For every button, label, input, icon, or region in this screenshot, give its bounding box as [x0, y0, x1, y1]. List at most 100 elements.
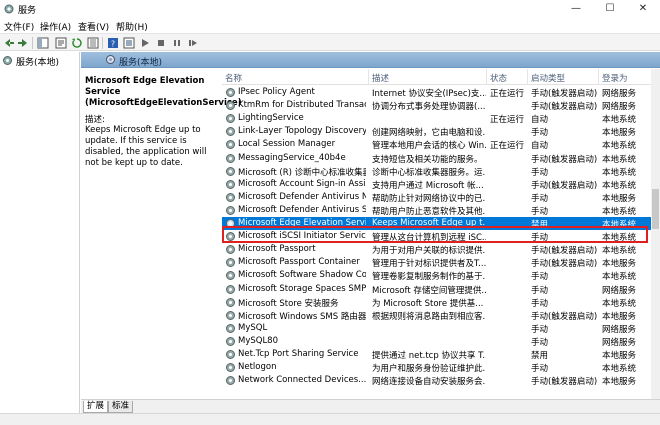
tree-node-services-local[interactable]: 服务(本地): [2, 54, 78, 68]
cell-logon-as: 本地系统: [602, 141, 637, 152]
table-row[interactable]: Microsoft (R) 诊断中心标准收集器... 诊断中心标准收集器服务。运.…: [222, 165, 652, 178]
column-divider[interactable]: [486, 69, 487, 85]
column-header-startup-type[interactable]: 启动类型: [531, 72, 565, 84]
column-header-name[interactable]: 名称: [225, 72, 242, 84]
description-text: Keeps Microsoft Edge up to update. If th…: [85, 125, 207, 168]
table-row[interactable]: Microsoft Windows SMS 路由器... 根据规则将消息路由到相应…: [222, 309, 652, 322]
cell-description: 协调分布式事务处理协调器(...: [372, 102, 486, 113]
cell-name: MessagingService_40b4e: [238, 152, 346, 163]
service-gear-icon: [226, 323, 235, 333]
cell-name: Microsoft Software Shadow Cop...: [238, 270, 366, 281]
minimize-button[interactable]: —: [559, 0, 593, 18]
cell-logon-as: 本地服务: [602, 128, 637, 139]
service-gear-icon: [226, 271, 235, 281]
close-button[interactable]: ✕: [626, 0, 660, 18]
cell-description: 创建网络映射，它由电脑和设...: [372, 128, 486, 139]
forward-arrow-icon[interactable]: [17, 37, 29, 49]
cell-logon-as: 本地系统: [602, 167, 637, 178]
table-row[interactable]: Local Session Manager 管理本地用户会话的核心 Win... 正…: [222, 138, 652, 151]
column-header-logon-as[interactable]: 登录为: [602, 72, 628, 84]
start-service-icon[interactable]: [139, 37, 151, 49]
cell-logon-as: 网络服务: [602, 102, 637, 113]
description-panel: Microsoft Edge Elevation Service (Micros…: [81, 69, 242, 399]
cell-logon-as: 网络服务: [602, 324, 637, 335]
cell-startup-type: 手动(触发器启动): [531, 246, 598, 257]
table-row[interactable]: MySQL80 手动 网络服务: [222, 335, 652, 348]
cell-startup-type: 手动: [531, 285, 549, 296]
tab-extended[interactable]: 扩展: [83, 401, 109, 413]
table-row[interactable]: MessagingService_40b4e 支持短信及相关功能的服务。 手动(触发…: [222, 152, 652, 165]
cell-logon-as: 本地系统: [602, 206, 637, 217]
table-row[interactable]: Microsoft Account Sign-in Assist... 支持用户通…: [222, 178, 652, 191]
vertical-scroll-thumb[interactable]: [652, 189, 659, 229]
column-divider[interactable]: [527, 69, 528, 85]
cell-name: Netlogon: [238, 362, 277, 373]
toolbar-divider: [102, 37, 103, 49]
cell-name: Microsoft Windows SMS 路由器...: [238, 311, 366, 322]
stop-service-icon[interactable]: [155, 37, 167, 49]
cell-logon-as: 本地系统: [602, 180, 637, 191]
menu-action[interactable]: 操作(A): [40, 20, 71, 33]
table-row[interactable]: Network Connected Devices... 网络连接设备自动安装服务…: [222, 374, 652, 387]
maximize-button[interactable]: ☐: [593, 0, 627, 18]
table-row[interactable]: Microsoft Passport Container 管理用于针对标识提供者及…: [222, 256, 652, 269]
menu-view[interactable]: 查看(V): [78, 20, 109, 33]
table-row[interactable]: LightingService 正在运行 自动 本地系统: [222, 112, 652, 125]
properties-icon[interactable]: [55, 37, 67, 49]
cell-startup-type: 手动(触发器启动): [531, 180, 598, 191]
table-row[interactable]: Microsoft Defender Antivirus Ne... 帮助防止针对…: [222, 191, 652, 204]
table-row[interactable]: Microsoft Passport 为用于对用户关联的标识提供... 手动(触发器…: [222, 243, 652, 256]
table-row[interactable]: Microsoft Store 安装服务 为 Microsoft Store 提供…: [222, 296, 652, 309]
cell-logon-as: 网络服务: [602, 89, 637, 99]
cell-name: Microsoft Passport: [238, 244, 316, 255]
console-tree-icon[interactable]: [37, 37, 49, 49]
table-row[interactable]: Microsoft Software Shadow Cop... 管理卷影复制服务…: [222, 269, 652, 282]
table-row[interactable]: Microsoft Defender Antivirus Se... 帮助用户防止…: [222, 204, 652, 217]
export-list-icon[interactable]: [87, 37, 99, 49]
service-gear-icon: [226, 140, 235, 150]
table-row[interactable]: Net.Tcp Port Sharing Service 提供通过 net.tcp…: [222, 348, 652, 361]
view-tabs: 扩展 标准: [81, 399, 660, 413]
cell-status: 正在运行: [490, 89, 525, 99]
column-divider[interactable]: [368, 69, 369, 85]
menu-file[interactable]: 文件(F): [4, 20, 34, 33]
table-row[interactable]: IPsec Policy Agent Internet 协议安全(IPsec)支.…: [222, 86, 652, 99]
service-gear-icon: [226, 297, 235, 307]
services-gear-icon: [3, 56, 12, 65]
cell-logon-as: 本地系统: [602, 115, 637, 126]
table-row[interactable]: MySQL 手动 网络服务: [222, 322, 652, 335]
column-header-description[interactable]: 描述: [372, 72, 389, 84]
tab-standard[interactable]: 标准: [108, 401, 134, 413]
cell-description: 为用于对用户关联的标识提供...: [372, 246, 486, 257]
table-row[interactable]: Microsoft Storage Spaces SMP Microsoft 存储…: [222, 283, 652, 296]
cell-logon-as: 本地系统: [602, 364, 637, 375]
cell-logon-as: 本地系统: [602, 246, 637, 257]
help-icon[interactable]: ?: [107, 37, 119, 49]
cell-name: Microsoft Storage Spaces SMP: [238, 283, 366, 294]
table-row[interactable]: Netlogon 为用户和服务身份验证维护此... 手动 本地系统: [222, 361, 652, 374]
cell-startup-type: 手动(触发器启动): [531, 259, 598, 270]
column-divider[interactable]: [598, 69, 599, 85]
cell-name: MySQL: [238, 322, 268, 333]
pause-service-icon[interactable]: [171, 37, 183, 49]
cell-name: KtmRm for Distributed Transacti...: [238, 100, 366, 111]
cell-startup-type: 手动: [531, 128, 549, 139]
vertical-scrollbar[interactable]: [651, 69, 660, 399]
cell-startup-type: 手动: [531, 324, 549, 335]
service-gear-icon: [226, 101, 235, 111]
restart-service-icon[interactable]: [187, 37, 199, 49]
service-gear-icon: [226, 192, 235, 202]
back-arrow-icon[interactable]: [3, 37, 15, 49]
service-gear-icon: [226, 258, 235, 268]
refresh-icon[interactable]: [71, 37, 83, 49]
menu-help[interactable]: 帮助(H): [116, 20, 148, 33]
view-icon[interactable]: [123, 37, 135, 49]
menu-bar: 文件(F) 操作(A) 查看(V) 帮助(H): [0, 18, 660, 33]
cell-description: 支持用户通过 Microsoft 帐...: [372, 180, 484, 191]
selected-row-highlight: [222, 226, 648, 243]
column-header-status[interactable]: 状态: [490, 72, 507, 84]
cell-startup-type: 手动: [531, 167, 549, 178]
table-row[interactable]: Link-Layer Topology Discovery ... 创建网络映射，…: [222, 125, 652, 138]
content-header: 服务(本地): [81, 52, 660, 68]
table-row[interactable]: KtmRm for Distributed Transacti... 协调分布式事…: [222, 99, 652, 112]
